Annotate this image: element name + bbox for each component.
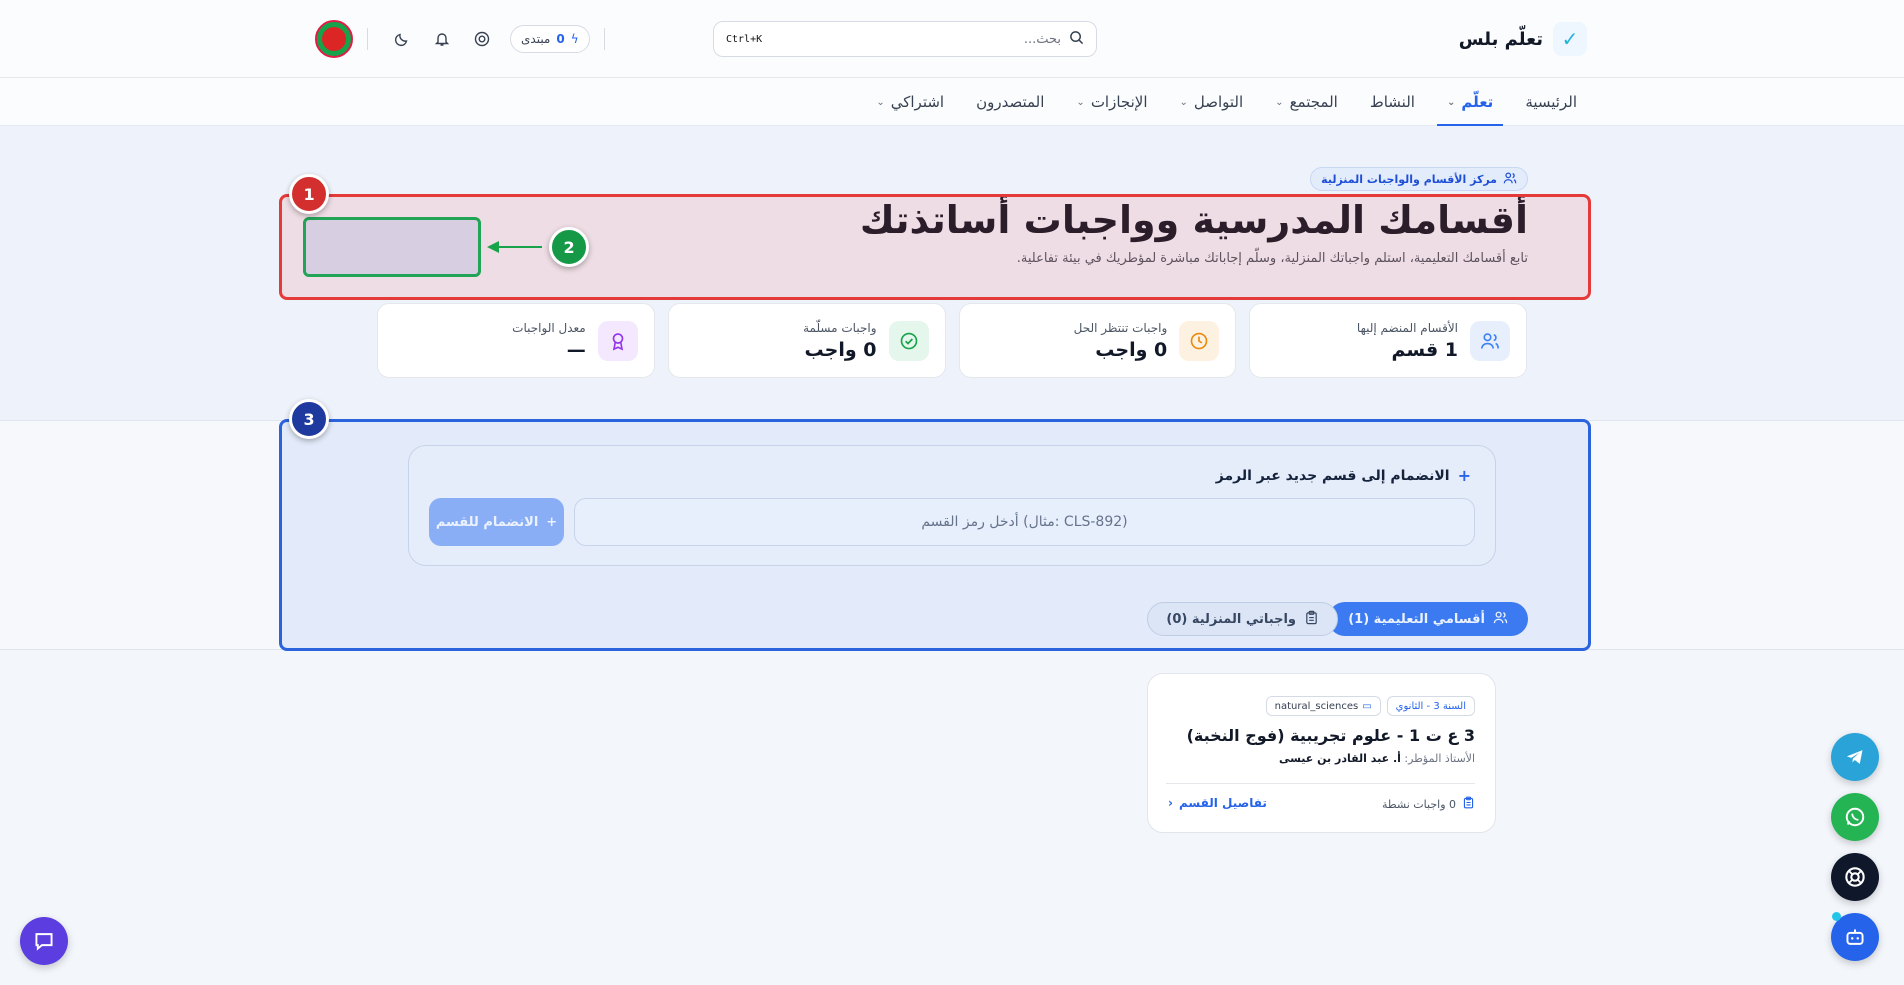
stat-card-submitted-homework: واجبات مسلّمة 0 واجب	[667, 303, 946, 378]
divider	[367, 28, 368, 50]
chevron-down-icon: ⌄	[1076, 96, 1085, 108]
support-button[interactable]	[1831, 853, 1879, 901]
whatsapp-icon	[1845, 807, 1865, 827]
stat-value: —	[566, 338, 586, 361]
brand[interactable]: ✓ تعلّم بلس	[1459, 22, 1587, 56]
avatar[interactable]	[315, 20, 353, 58]
stats-row: الأقسام المنضم إليها 1 قسم واجبات تنتظر …	[377, 303, 1527, 378]
class-details-link[interactable]: تفاصيل القسم ‹	[1168, 796, 1267, 810]
nav-item-subscription[interactable]: اشتراكي ⌄	[876, 78, 944, 126]
stat-label: واجبات مسلّمة	[803, 320, 877, 335]
top-bar: ✓ تعلّم بلس بحث... Ctrl+K ϟ 0 مبتدى	[0, 0, 1904, 78]
forum-rank-pill[interactable]: ϟ 0 مبتدى	[510, 25, 590, 53]
nav-item-activity[interactable]: النشاط	[1370, 78, 1415, 126]
chevron-down-icon: ⌄	[1446, 96, 1456, 108]
brand-name: تعلّم بلس	[1458, 28, 1543, 50]
annotation-box-3	[279, 419, 1591, 651]
users-icon	[1503, 171, 1517, 188]
stat-value: 0 واجب	[1095, 338, 1168, 361]
nav-item-communication[interactable]: التواصل ⌄	[1180, 78, 1244, 126]
telegram-icon	[1846, 750, 1863, 764]
annotation-arrow-head	[487, 241, 499, 253]
users-icon	[1470, 320, 1510, 361]
nav-item-achievements[interactable]: الإنجازات ⌄	[1076, 78, 1147, 126]
search-input[interactable]: بحث... Ctrl+K	[713, 21, 1097, 57]
annotation-box-2	[303, 217, 481, 277]
annotation-arrow	[492, 246, 542, 248]
chevron-down-icon: ⌄	[876, 96, 885, 108]
chat-button[interactable]	[20, 917, 68, 965]
forum-label: مبتدى	[521, 32, 551, 46]
nav-item-learn[interactable]: تعلّم ⌄	[1436, 78, 1504, 126]
notification-dot	[1832, 912, 1841, 921]
search-icon	[1069, 30, 1084, 49]
book-icon: ▭	[1362, 700, 1372, 712]
forum-count: 0	[556, 32, 565, 46]
chevron-down-icon: ⌄	[1179, 96, 1188, 108]
annotation-badge-2: 2	[549, 227, 589, 267]
main-nav: الرئيسية تعلّم ⌄ النشاط المجتمع ⌄ التواصل ⌄…	[0, 78, 1904, 126]
tag-year: السنة 3 - الثانوي	[1386, 696, 1475, 716]
tag-subject: ▭ natural_sciences	[1265, 696, 1381, 716]
stat-card-homework-average: معدل الواجبات —	[377, 303, 655, 378]
class-title: 3 ع ت 1 - علوم تجريبية (فوج النخبة)	[1186, 726, 1475, 745]
bot-icon	[1846, 929, 1864, 945]
stat-label: الأقسام المنضم إليها	[1356, 320, 1458, 335]
nav-item-community[interactable]: المجتمع ⌄	[1275, 78, 1338, 126]
telegram-button[interactable]	[1831, 733, 1879, 781]
top-tools: ϟ 0 مبتدى	[315, 20, 619, 58]
active-homework-count: 0 واجبات نشطة	[1382, 796, 1475, 812]
stat-value: 1 قسم	[1391, 338, 1458, 361]
annotation-badge-1: 1	[289, 174, 329, 214]
divider	[1166, 783, 1475, 784]
award-icon	[597, 320, 638, 361]
divider	[603, 28, 605, 50]
chevron-left-icon: ‹	[1168, 796, 1173, 810]
chat-icon	[35, 933, 53, 951]
stat-card-joined-classes: الأقسام المنضم إليها 1 قسم	[1249, 303, 1527, 378]
class-card[interactable]: السنة 3 - الثانوي ▭ natural_sciences 3 ع…	[1147, 673, 1496, 833]
hero-badge: مركز الأقسام والواجبات المنزلية	[1310, 167, 1528, 191]
class-teacher: الأستاذ المؤطر: أ. عبد القادر بن عيسى	[1278, 752, 1475, 765]
bell-icon[interactable]	[427, 24, 457, 54]
clipboard-icon	[1462, 796, 1475, 812]
help-ring-icon	[1845, 867, 1865, 887]
stat-label: معدل الواجبات	[512, 320, 586, 335]
nav-item-leaderboard[interactable]: المتصدرون	[976, 78, 1044, 126]
search-shortcut: Ctrl+K	[726, 33, 763, 45]
bolt-icon: ϟ	[570, 32, 579, 46]
chevron-down-icon: ⌄	[1275, 96, 1284, 108]
stat-label: واجبات تنتظر الحل	[1073, 320, 1168, 335]
whatsapp-button[interactable]	[1831, 793, 1879, 841]
help-ring-icon[interactable]	[467, 24, 497, 54]
brand-logo-icon: ✓	[1553, 22, 1587, 56]
card-tags: السنة 3 - الثانوي ▭ natural_sciences	[1265, 696, 1475, 716]
stat-value: 0 واجب	[804, 338, 877, 361]
clock-icon	[1179, 320, 1220, 361]
moon-icon[interactable]	[387, 24, 417, 54]
nav-item-home[interactable]: الرئيسية	[1525, 78, 1577, 126]
search-placeholder: بحث...	[1023, 31, 1061, 47]
stat-card-pending-homework: واجبات تنتظر الحل 0 واجب	[958, 303, 1237, 378]
check-circle-icon	[888, 320, 929, 361]
annotation-badge-3: 3	[289, 399, 329, 439]
